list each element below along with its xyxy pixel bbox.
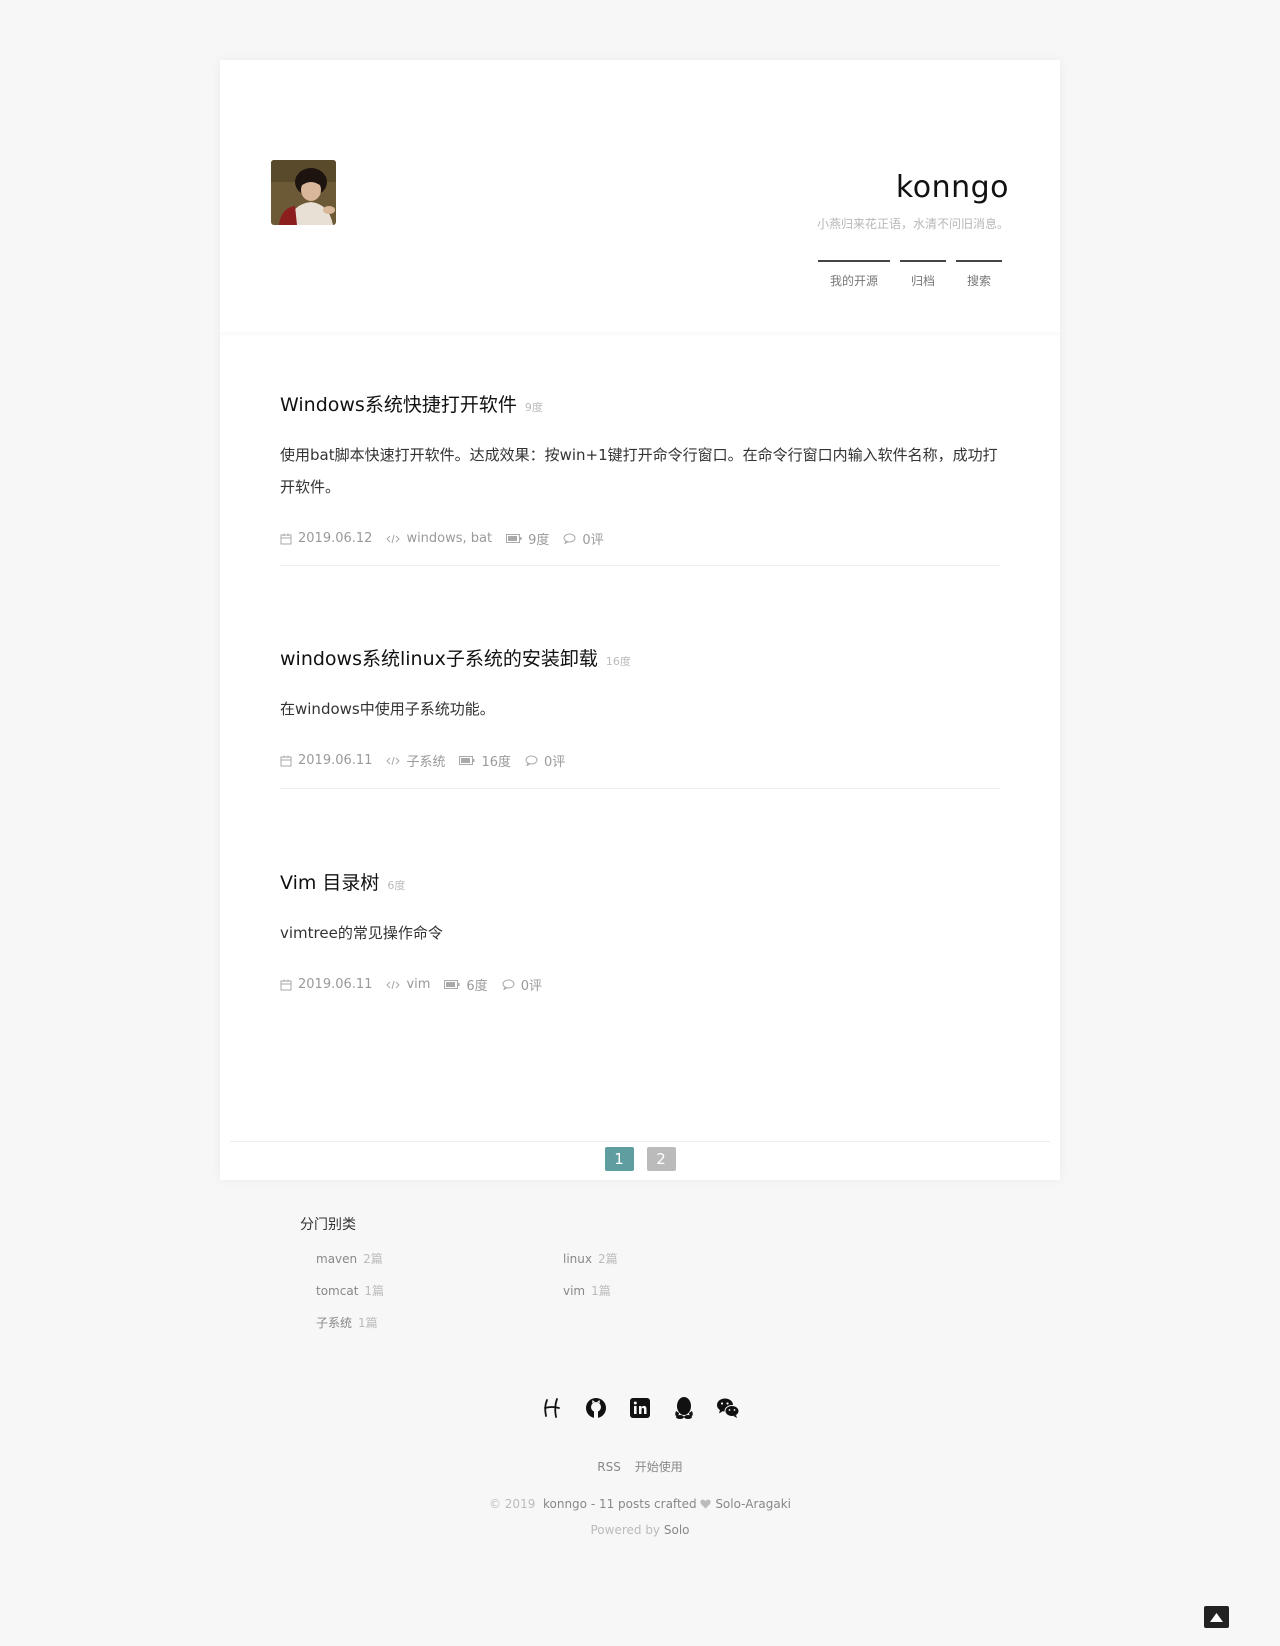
theme-link[interactable]: Solo-Aragaki xyxy=(715,1497,791,1511)
post-date: 2019.06.11 xyxy=(298,977,373,992)
post-item: Vim 目录树 6度 vimtree的常见操作命令 2019.06.11 vim … xyxy=(280,868,1000,994)
header-divider xyxy=(220,332,1060,338)
linkedin-icon[interactable] xyxy=(628,1396,652,1420)
nav-item-archive[interactable]: 归档 xyxy=(900,260,946,289)
post-tags[interactable]: windows, bat xyxy=(406,531,492,546)
post-comments[interactable]: 0评 xyxy=(544,751,565,770)
post-title[interactable]: Vim 目录树 6度 xyxy=(280,868,1000,895)
post-abstract: 使用bat脚本快速打开软件。达成效果：按win+1键打开命令行窗口。在命令行窗口… xyxy=(280,446,998,496)
category-item[interactable]: tomcat 1篇 xyxy=(316,1282,384,1299)
calendar-icon xyxy=(280,755,292,766)
category-name[interactable]: vim xyxy=(563,1284,585,1298)
post-tags[interactable]: 子系统 xyxy=(406,751,445,770)
copyright: © 2019 konngo - 11 posts crafted Solo-Ar… xyxy=(0,1497,1280,1511)
calendar-icon xyxy=(280,979,292,990)
category-count: 1篇 xyxy=(591,1284,611,1298)
post-title-text[interactable]: Windows系统快捷打开软件 xyxy=(280,394,517,416)
post-title[interactable]: Windows系统快捷打开软件 9度 xyxy=(280,390,1000,417)
post-heat: 9度 xyxy=(524,401,543,414)
github-icon[interactable] xyxy=(584,1396,608,1420)
post-item: Windows系统快捷打开软件 9度 使用bat脚本快速打开软件。达成效果：按wi… xyxy=(280,390,1000,548)
nav-item-search[interactable]: 搜索 xyxy=(956,260,1002,289)
copyright-blog[interactable]: konngo - 11 posts crafted xyxy=(543,1497,697,1511)
post-views: 6度 xyxy=(466,979,488,994)
post-divider xyxy=(280,788,1000,789)
page-button-2[interactable]: 2 xyxy=(646,1147,676,1171)
post-tags[interactable]: vim xyxy=(406,977,430,992)
category-count: 2篇 xyxy=(597,1252,618,1266)
battery-icon xyxy=(459,756,475,765)
category-item[interactable]: 子系统 1篇 xyxy=(316,1314,378,1331)
heart-icon xyxy=(700,1499,712,1509)
categories-title: 分门别类 xyxy=(300,1217,356,1233)
wechat-icon[interactable] xyxy=(716,1396,740,1420)
social-links xyxy=(0,1396,1280,1420)
category-name[interactable]: maven xyxy=(316,1252,357,1266)
blog-title[interactable]: konngo xyxy=(896,170,1009,205)
category-name[interactable]: linux xyxy=(563,1252,592,1266)
category-count: 1篇 xyxy=(364,1284,385,1298)
post-views: 9度 xyxy=(528,533,550,548)
battery-icon xyxy=(444,980,460,989)
post-date: 2019.06.12 xyxy=(298,531,373,546)
get-started-link[interactable]: 开始使用 xyxy=(635,1460,683,1474)
back-to-top-button[interactable] xyxy=(1204,1606,1229,1628)
post-abstract: vimtree的常见操作命令 xyxy=(280,924,443,942)
rss-link[interactable]: RSS xyxy=(597,1460,621,1474)
category-item[interactable]: vim 1篇 xyxy=(563,1282,611,1299)
category-item[interactable]: maven 2篇 xyxy=(316,1250,383,1267)
battery-icon xyxy=(506,534,522,543)
post-meta: 2019.06.11 vim 6度 0评 xyxy=(280,975,1000,994)
solo-link[interactable]: Solo xyxy=(664,1523,690,1537)
powered-prefix: Powered by xyxy=(590,1523,661,1537)
page-button-1[interactable]: 1 xyxy=(604,1147,634,1171)
pagination: 1 2 xyxy=(220,1147,1060,1171)
code-tag-icon xyxy=(386,756,401,765)
footer-links: RSS 开始使用 xyxy=(0,1458,1280,1475)
blog-subtitle: 小燕归来花正语，水清不问旧消息。 xyxy=(816,217,1009,231)
comment-icon xyxy=(525,755,538,766)
powered-by: Powered by Solo xyxy=(0,1523,1280,1537)
category-name[interactable]: 子系统 xyxy=(316,1316,352,1330)
avatar[interactable] xyxy=(271,160,336,225)
post-date: 2019.06.11 xyxy=(298,753,373,768)
post-meta: 2019.06.11 子系统 16度 0评 xyxy=(280,751,1000,770)
nav-item-opensource[interactable]: 我的开源 xyxy=(818,260,890,289)
post-title[interactable]: windows系统linux子系统的安装卸载 16度 xyxy=(280,644,1000,671)
post-title-text[interactable]: windows系统linux子系统的安装卸载 xyxy=(280,648,598,670)
calendar-icon xyxy=(280,533,292,544)
qq-icon[interactable] xyxy=(672,1396,696,1420)
category-count: 2篇 xyxy=(363,1252,383,1266)
post-title-text[interactable]: Vim 目录树 xyxy=(280,872,379,894)
category-item[interactable]: linux 2篇 xyxy=(563,1250,618,1267)
arrow-up-icon xyxy=(1210,1612,1223,1622)
post-abstract: 在windows中使用子系统功能。 xyxy=(280,700,495,718)
main-nav: 我的开源 归档 搜索 xyxy=(818,260,1002,289)
post-comments[interactable]: 0评 xyxy=(582,529,603,548)
copyright-year: © 2019 xyxy=(488,1497,536,1511)
post-views: 16度 xyxy=(481,755,511,770)
post-item: windows系统linux子系统的安装卸载 16度 在windows中使用子系统… xyxy=(280,644,1000,770)
category-count: 1篇 xyxy=(358,1316,378,1330)
post-divider xyxy=(280,565,1000,566)
post-meta: 2019.06.12 windows, bat 9度 0评 xyxy=(280,529,1000,548)
post-heat: 16度 xyxy=(605,655,631,668)
code-tag-icon xyxy=(386,534,401,543)
post-comments[interactable]: 0评 xyxy=(521,975,542,994)
comment-icon xyxy=(502,979,515,990)
code-tag-icon xyxy=(386,980,401,989)
hacpai-icon[interactable] xyxy=(540,1396,564,1420)
category-name[interactable]: tomcat xyxy=(316,1284,358,1298)
main-card: konngo 小燕归来花正语，水清不问旧消息。 我的开源 归档 搜索 Windo… xyxy=(220,60,1060,1180)
comment-icon xyxy=(563,533,576,544)
post-heat: 6度 xyxy=(387,879,406,892)
pagination-divider xyxy=(230,1141,1050,1142)
